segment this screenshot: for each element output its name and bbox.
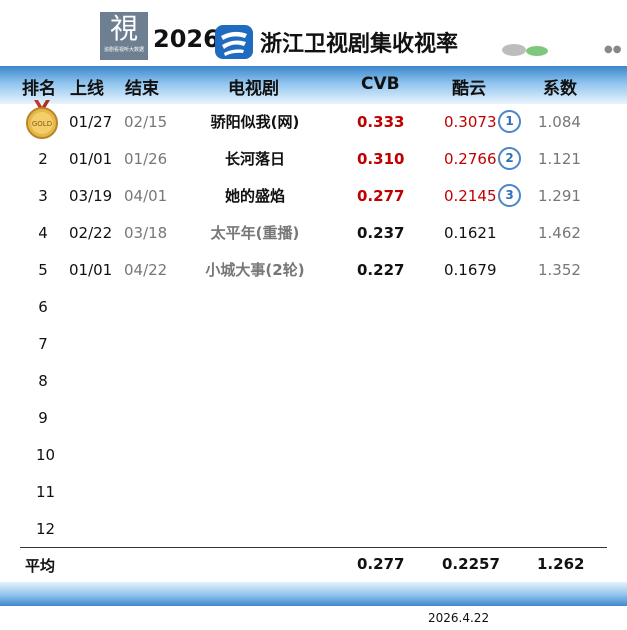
header-start: 上线 — [70, 79, 104, 99]
row-end: 01/26 — [124, 150, 168, 168]
row-drama: 小城大事(2轮) — [205, 261, 305, 279]
row-kuyun: 0.3073 — [444, 113, 497, 131]
header-cvb: CVB — [361, 74, 400, 94]
table-row: 8 — [0, 363, 627, 399]
row-rank: 6 — [38, 298, 48, 316]
row-end: 04/22 — [124, 261, 168, 279]
table-row: 6 — [0, 289, 627, 325]
row-drama: 骄阳似我(网) — [210, 113, 300, 131]
table-row: 5 01/01 04/22 小城大事(2轮) 0.227 0.1679 1.35… — [0, 252, 627, 288]
row-coef: 1.121 — [538, 150, 581, 168]
row-end: 02/15 — [124, 113, 168, 131]
row-rank: 4 — [38, 224, 48, 242]
row-cvb: 0.310 — [357, 150, 405, 168]
row-rank: 9 — [38, 409, 48, 427]
table-row: 11 — [0, 474, 627, 510]
page-title: 浙江卫视剧集收视率 — [260, 32, 459, 57]
row-rank: 3 — [38, 187, 48, 205]
table-row: 2 01/01 01/26 长河落日 0.310 0.2766 2 1.121 — [0, 141, 627, 177]
row-drama: 她的盛焰 — [224, 187, 285, 205]
average-kuyun: 0.2257 — [442, 555, 500, 573]
row-end: 04/01 — [124, 187, 168, 205]
brand-logo-char: 視 — [109, 12, 138, 45]
row-start: 01/01 — [69, 261, 113, 279]
row-cvb: 0.333 — [357, 113, 405, 131]
title-banner: 視 追剧看视听大数据 2026 浙江卫视剧集收视率 ●● — [0, 0, 627, 66]
zhejiang-tv-logo-icon — [215, 25, 253, 59]
kuyun-rank-badge: 1 — [498, 110, 521, 133]
table-row: 9 — [0, 400, 627, 436]
brand-logo-caption: 追剧看视听大数据 — [103, 47, 144, 53]
row-kuyun: 0.2766 — [444, 150, 497, 168]
row-cvb: 0.277 — [357, 187, 405, 205]
row-start: 01/27 — [69, 113, 113, 131]
row-coef: 1.352 — [538, 261, 581, 279]
row-kuyun: 0.1621 — [444, 224, 497, 242]
table-row: 12 — [0, 511, 627, 547]
row-rank: 2 — [38, 150, 48, 168]
row-rank: 10 — [36, 446, 56, 464]
row-rank: 8 — [38, 372, 48, 390]
row-cvb: 0.227 — [357, 261, 405, 279]
row-rank: 11 — [36, 483, 56, 501]
header-rank: 排名 — [22, 79, 56, 99]
blurred-watermark — [502, 44, 548, 56]
row-coef: 1.291 — [538, 187, 581, 205]
title-year: 2026 — [153, 25, 220, 53]
row-start: 02/22 — [69, 224, 113, 242]
row-drama: 长河落日 — [224, 150, 285, 168]
average-label: 平均 — [25, 557, 56, 575]
header-kuyun: 酷云 — [452, 79, 486, 99]
table-row: 3 03/19 04/01 她的盛焰 0.277 0.2145 3 1.291 — [0, 178, 627, 214]
row-rank: 12 — [36, 520, 56, 538]
row-kuyun: 0.1679 — [444, 261, 497, 279]
row-end: 03/18 — [124, 224, 168, 242]
kuyun-rank-badge: 3 — [498, 184, 521, 207]
dots-icon: ●● — [604, 44, 622, 55]
brand-logo: 視 追剧看视听大数据 — [100, 12, 148, 60]
row-rank: 5 — [38, 261, 48, 279]
table-row: 01/27 02/15 骄阳似我(网) 0.333 0.3073 1 1.084 — [0, 104, 627, 140]
row-coef: 1.084 — [538, 113, 581, 131]
table-row: 4 02/22 03/18 太平年(重播) 0.237 0.1621 1.462 — [0, 215, 627, 251]
table-row: 7 — [0, 326, 627, 362]
row-rank: 7 — [38, 335, 48, 353]
row-kuyun: 0.2145 — [444, 187, 497, 205]
row-coef: 1.462 — [538, 224, 581, 242]
row-drama: 太平年(重播) — [210, 224, 300, 242]
footer-bar — [0, 582, 627, 606]
row-cvb: 0.237 — [357, 224, 405, 242]
row-start: 03/19 — [69, 187, 113, 205]
footer-date: 2026.4.22 — [428, 611, 490, 625]
header-drama: 电视剧 — [228, 79, 279, 99]
summary-divider — [20, 547, 607, 548]
average-cvb: 0.277 — [357, 555, 405, 573]
average-coef: 1.262 — [537, 555, 585, 573]
row-start: 01/01 — [69, 150, 113, 168]
table-row: 10 — [0, 437, 627, 473]
kuyun-rank-badge: 2 — [498, 147, 521, 170]
header-coef: 系数 — [543, 79, 577, 99]
header-end: 结束 — [125, 79, 159, 99]
